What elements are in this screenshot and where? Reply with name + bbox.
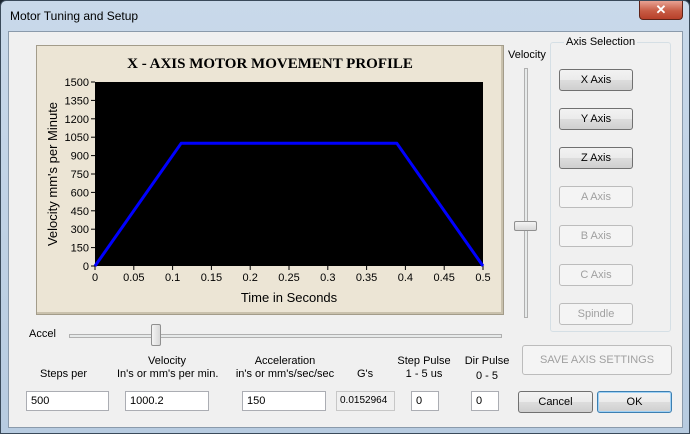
y-tick-label: 1350 xyxy=(65,95,89,107)
x-tick-label: 0.4 xyxy=(398,272,413,284)
x-tick-label: 0.45 xyxy=(433,272,454,284)
title-bar[interactable]: Motor Tuning and Setup ✕ xyxy=(1,1,689,31)
motor-tuning-window: Motor Tuning and Setup ✕ 0 150 300 450 600 75… xyxy=(0,0,690,434)
y-tick-label: 0 xyxy=(83,261,89,273)
axis-button-spindle[interactable]: Spindle xyxy=(559,303,633,325)
steps-per-field[interactable]: 500 xyxy=(26,391,109,411)
dir-pulse-field[interactable]: 0 xyxy=(471,391,499,411)
motor-profile-chart: 0 150 300 450 600 750 900 1050 1200 1350 1500 0 0.05… xyxy=(36,45,504,315)
y-tick-label: 1050 xyxy=(65,132,89,144)
step-pulse-field[interactable]: 0 xyxy=(411,391,439,411)
x-tick-label: 0.25 xyxy=(278,272,299,284)
chart-canvas: 0 150 300 450 600 750 900 1050 1200 1350 1500 0 0.05… xyxy=(45,77,491,305)
dir-pulse-label: Dir Pulse xyxy=(464,355,510,367)
plot-area xyxy=(95,82,483,266)
x-tick-label: 0.5 xyxy=(475,272,490,284)
axis-button-y-axis[interactable]: Y Axis xyxy=(559,108,633,130)
axis-button-c-axis[interactable]: C Axis xyxy=(559,264,633,286)
y-tick-label: 600 xyxy=(71,187,89,199)
y-tick-label: 1200 xyxy=(65,114,89,126)
window-title: Motor Tuning and Setup xyxy=(10,9,139,23)
y-tick-label: 750 xyxy=(71,169,89,181)
velocity-field-label: Velocity xyxy=(148,355,186,367)
acceleration-field-label: Acceleration xyxy=(254,355,316,367)
axis-button-x-axis[interactable]: X Axis xyxy=(559,69,633,91)
dir-pulse-range: 0 - 5 xyxy=(475,370,498,382)
accel-slider-track[interactable] xyxy=(69,334,502,338)
velocity-slider-label: Velocity xyxy=(508,49,546,61)
gs-field: 0.0152964 xyxy=(336,391,395,411)
x-tick-label: 0.05 xyxy=(123,272,144,284)
x-tick-label: 0.3 xyxy=(320,272,335,284)
x-tick-label: 0.35 xyxy=(356,272,377,284)
accel-slider-thumb[interactable] xyxy=(150,324,161,346)
axis-selection-label: Axis Selection xyxy=(564,36,638,48)
close-button[interactable]: ✕ xyxy=(639,1,683,20)
acceleration-field-units: in's or mm's/sec/sec xyxy=(235,368,335,380)
x-tick-label: 0.15 xyxy=(201,272,222,284)
velocity-field-units: In's or mm's per min. xyxy=(117,368,219,380)
velocity-slider-thumb[interactable] xyxy=(514,220,537,231)
dialog-client-area: 0 150 300 450 600 750 900 1050 1200 1350 1500 0 0.05… xyxy=(8,31,683,428)
y-tick-label: 900 xyxy=(71,151,89,163)
y-tick-label: 150 xyxy=(71,243,89,255)
ok-button[interactable]: OK xyxy=(597,391,672,413)
gs-label: G's xyxy=(357,368,374,380)
x-tick-label: 0 xyxy=(92,272,98,284)
y-tick-label: 1500 xyxy=(65,77,89,89)
cancel-button[interactable]: Cancel xyxy=(518,391,593,413)
axis-button-b-axis[interactable]: B Axis xyxy=(559,225,633,247)
y-tick-label: 300 xyxy=(71,224,89,236)
y-axis-label: Velocity mm's per Minute xyxy=(45,102,60,246)
axis-button-z-axis[interactable]: Z Axis xyxy=(559,147,633,169)
save-axis-settings-button[interactable]: SAVE AXIS SETTINGS xyxy=(522,345,672,375)
steps-per-label: Steps per xyxy=(40,368,88,380)
step-pulse-range: 1 - 5 us xyxy=(405,368,443,380)
x-tick-label: 0.1 xyxy=(165,272,180,284)
chart-title: X - AXIS MOTOR MOVEMENT PROFILE xyxy=(127,56,413,72)
accel-slider-label: Accel xyxy=(29,328,56,340)
acceleration-field[interactable]: 150 xyxy=(242,391,326,411)
y-tick-label: 450 xyxy=(71,206,89,218)
axis-button-a-axis[interactable]: A Axis xyxy=(559,186,633,208)
x-tick-label: 0.2 xyxy=(243,272,258,284)
step-pulse-label: Step Pulse xyxy=(397,355,451,367)
velocity-field[interactable]: 1000.2 xyxy=(125,391,209,411)
x-axis-label: Time in Seconds xyxy=(241,290,338,305)
velocity-slider-track[interactable] xyxy=(524,68,528,318)
